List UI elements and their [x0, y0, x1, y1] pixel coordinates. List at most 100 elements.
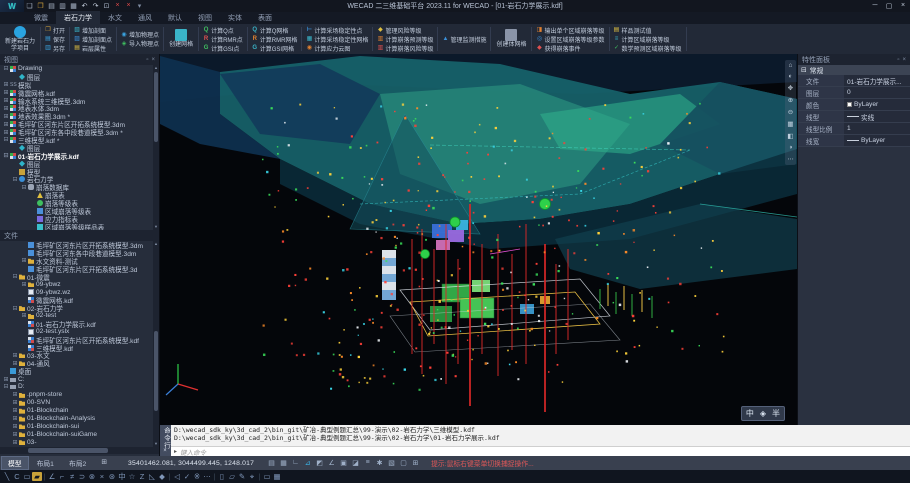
- layer-tree-scrollbar[interactable]: ▲ ▼: [153, 65, 159, 230]
- tab-2[interactable]: 岩石力学: [56, 11, 100, 24]
- calc-stope-stability-mesh-button[interactable]: ▦计算采场稳定性网格: [306, 35, 368, 44]
- tree-item[interactable]: 桌面: [0, 367, 159, 375]
- draw-tool-icon[interactable]: ◆: [157, 472, 167, 481]
- view-panel-close-icon[interactable]: ×: [151, 57, 155, 63]
- set-region-caving-level-params-button[interactable]: ◎设置区域崩落等级参数: [536, 35, 604, 44]
- manage-monitoring-measures-button[interactable]: ▲管理监测措施: [442, 35, 486, 44]
- expand-icon[interactable]: ⊞: [11, 423, 19, 430]
- draw-tool-icon[interactable]: ∠: [47, 472, 57, 481]
- isolate-icon[interactable]: ▧: [386, 459, 397, 467]
- draw-tool-icon[interactable]: ◺: [147, 472, 157, 481]
- semi-transparent-button[interactable]: 半: [772, 408, 780, 419]
- draw-tool-icon[interactable]: ▯: [217, 472, 227, 481]
- property-value[interactable]: 0: [844, 87, 910, 98]
- new-rockmech-project-button[interactable]: 新建岩石力学项目: [2, 25, 38, 53]
- expand-icon[interactable]: ⊞: [20, 281, 28, 288]
- close-doc-icon[interactable]: ×: [123, 2, 134, 10]
- tree-item[interactable]: 毛坪矿区河东片区开拓系统模型.3d: [0, 265, 159, 273]
- properties-pin-icon[interactable]: ▫: [897, 57, 899, 63]
- new-file-icon[interactable]: ❏: [24, 2, 35, 10]
- calc-caving-risk-level-button[interactable]: ▥计算崩落风险等级: [377, 44, 433, 53]
- polar-icon[interactable]: ⊿: [302, 459, 313, 467]
- view-pan-icon[interactable]: ✥: [788, 84, 793, 92]
- view-shade-icon[interactable]: ◑: [789, 144, 793, 151]
- tree-item[interactable]: 图层: [0, 160, 159, 168]
- expand-icon[interactable]: ⊞: [2, 81, 10, 88]
- draw-tool-icon[interactable]: ▭: [262, 472, 272, 481]
- calc-q-point-button[interactable]: Q计算Q点: [203, 26, 243, 35]
- property-value[interactable]: 1: [844, 123, 910, 134]
- expand-icon[interactable]: ⊞: [2, 89, 10, 96]
- osnap-icon[interactable]: ◩: [314, 459, 325, 467]
- tree-item[interactable]: ⊞.pnpm-store: [0, 391, 159, 399]
- view-zoom-in-icon[interactable]: ⊕: [788, 96, 793, 104]
- math-forecast-region-caving-level-button[interactable]: ✓数学预测区域崩落等级: [614, 44, 682, 53]
- save-button[interactable]: ▤保存: [45, 35, 65, 44]
- open-button[interactable]: ❐打开: [45, 26, 65, 35]
- print-icon[interactable]: ▦: [68, 2, 79, 10]
- draw-tool-icon[interactable]: C: [12, 472, 22, 481]
- view-home-icon[interactable]: ⌂: [789, 62, 793, 69]
- tree-item[interactable]: 毛坪矿区河东片区开拓系统模型.kdf: [0, 336, 159, 344]
- command-history[interactable]: D:\wecad_sdk_ky\3d_cad_2\bin_git\矿冶-典型例题…: [171, 425, 910, 446]
- tree-item[interactable]: ⊞01-Blockchain-sui: [0, 422, 159, 430]
- property-value[interactable]: ByLayer: [844, 135, 910, 146]
- collapse-icon[interactable]: ⊟: [2, 383, 10, 390]
- collapse-icon[interactable]: ⊟: [2, 152, 10, 159]
- collapse-icon[interactable]: ⊟: [11, 305, 19, 312]
- tree-item[interactable]: 微震网格.kdf: [0, 296, 159, 304]
- qa-dropdown-icon[interactable]: ▾: [134, 2, 145, 10]
- draw-tool-icon[interactable]: ╲: [2, 472, 12, 481]
- tree-item[interactable]: 崩落表: [0, 191, 159, 199]
- save-as-button[interactable]: ▥另存: [45, 44, 65, 53]
- tree-item[interactable]: 01-岩石力学展示.kdf: [0, 320, 159, 328]
- tree-item[interactable]: ⊞01-Blockchain-Analysis: [0, 415, 159, 423]
- view-panel-pin-icon[interactable]: ▫: [146, 57, 148, 63]
- tree-item[interactable]: 区域崩落等级样品表: [0, 223, 159, 230]
- tree-item[interactable]: 三维模型.kdf: [0, 344, 159, 352]
- property-value[interactable]: 实线: [844, 111, 910, 122]
- tree-item[interactable]: 09-ybwz.wz: [0, 288, 159, 296]
- command-panel-tab[interactable]: 命令行 ×: [160, 425, 171, 456]
- collapse-icon[interactable]: ⊟: [11, 176, 19, 183]
- draw-tool-icon[interactable]: ▦: [272, 472, 282, 481]
- draw-tool-icon[interactable]: ⌖: [247, 472, 257, 482]
- tab-7[interactable]: 实体: [220, 11, 250, 24]
- tree-item[interactable]: ⊟崩落数据库: [0, 183, 159, 191]
- calc-gsi-point-button[interactable]: G计算GSI点: [203, 44, 243, 53]
- model-space-tab[interactable]: 模型: [1, 456, 29, 470]
- undo-icon[interactable]: ↶: [79, 2, 90, 10]
- erase-icon[interactable]: ×: [112, 2, 123, 10]
- add-layout-tab[interactable]: ⊞: [94, 456, 114, 470]
- add-section-point-button[interactable]: ▨增加剖面点: [74, 35, 112, 44]
- manage-risk-level-button[interactable]: ◆管理风险等级: [377, 26, 433, 35]
- draw-tool-icon[interactable]: ✓: [182, 472, 192, 481]
- draw-tool-icon[interactable]: ▭: [22, 472, 32, 481]
- maximize-button[interactable]: ▢: [882, 2, 896, 10]
- add-physical-point-button[interactable]: ◉增加物理点: [121, 30, 159, 39]
- file-tree-scrollbar[interactable]: ▲ ▼: [153, 241, 159, 447]
- tab-6[interactable]: 视图: [190, 11, 220, 24]
- tree-item[interactable]: ⊞C:: [0, 375, 159, 383]
- view-zoom-out-icon[interactable]: ⊖: [788, 108, 793, 116]
- calc-region-caving-level-button[interactable]: ≡计算区域崩落等级: [614, 35, 682, 44]
- draw-tool-icon[interactable]: Z: [137, 472, 147, 481]
- center-mode-button[interactable]: 中: [746, 408, 754, 419]
- calc-rmr-mesh-button[interactable]: R计算RMR网格: [252, 35, 298, 44]
- expand-icon[interactable]: ⊞: [2, 97, 10, 104]
- tree-item[interactable]: ⊞01-Blockchain-suiGame: [0, 430, 159, 438]
- view-orbit-icon[interactable]: ◐: [789, 73, 793, 80]
- tree-item[interactable]: ⊟三维模型.kdf *: [0, 136, 159, 144]
- tab-5[interactable]: 默认: [160, 11, 190, 24]
- draw-tool-icon[interactable]: ☆: [127, 472, 137, 481]
- draw-tool-icon[interactable]: ×: [97, 472, 107, 481]
- collapse-icon[interactable]: ⊟: [2, 136, 10, 143]
- expand-icon[interactable]: ⊞: [11, 391, 19, 398]
- dyn-input-icon[interactable]: ◪: [350, 459, 361, 467]
- settings-gear-icon[interactable]: ✱: [374, 459, 385, 467]
- import-physical-point-button[interactable]: ◈导入物理点: [121, 39, 159, 48]
- lineweight-icon[interactable]: ≡: [362, 459, 373, 467]
- calc-rmr-point-button[interactable]: R计算RMR点: [203, 35, 243, 44]
- draw-tool-icon[interactable]: ⊃: [77, 472, 87, 481]
- command-close-icon[interactable]: ×: [160, 448, 171, 456]
